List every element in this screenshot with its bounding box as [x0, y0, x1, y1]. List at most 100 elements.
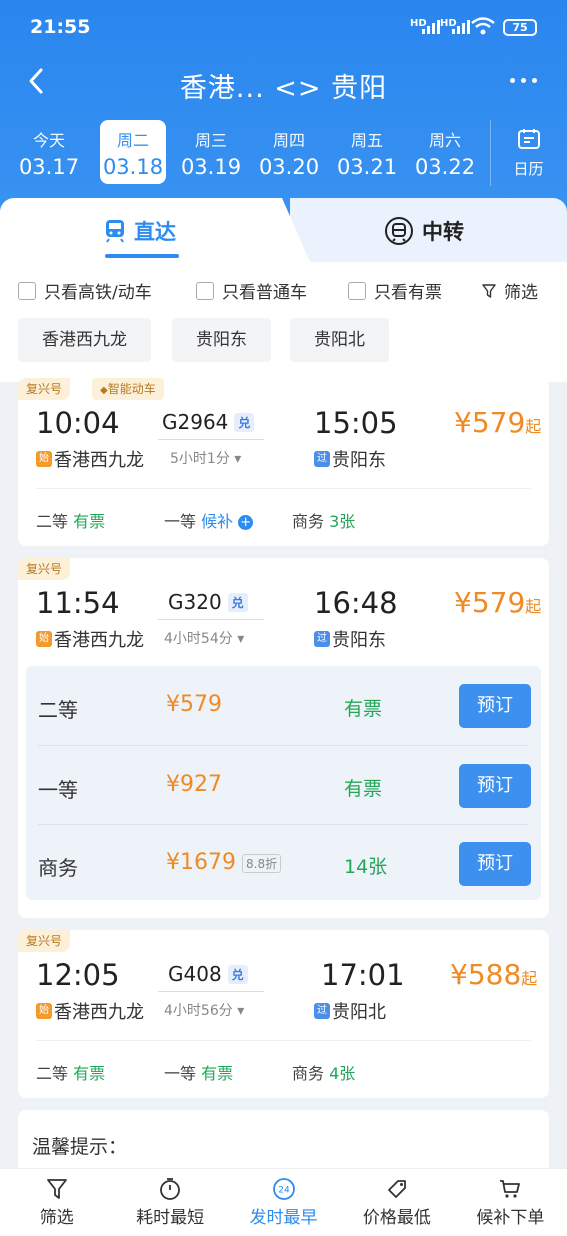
arrival-time: 17:01 [321, 958, 405, 992]
date-weekday: 周六 [428, 131, 461, 150]
train-number[interactable]: G408 兑 [168, 962, 248, 986]
book-button[interactable]: 预订 [459, 842, 531, 886]
available-only-checkbox[interactable]: 只看有票 [348, 278, 442, 303]
sort-earliest[interactable]: 24 发时最早 [227, 1169, 340, 1236]
train-card[interactable]: 复兴号 12:05 G408 兑 17:01 ¥588起 始香港西九龙 4小时56… [18, 930, 549, 1098]
date-value: 03.19 [180, 155, 242, 179]
normal-train-checkbox[interactable]: 只看普通车 [196, 278, 307, 303]
sort-cheapest[interactable]: 价格最低 [340, 1169, 453, 1236]
train-number[interactable]: G320 兑 [168, 590, 248, 614]
departure-time: 12:05 [36, 958, 120, 992]
train-card-expanded[interactable]: 复兴号 11:54 G320 兑 16:48 ¥579起 始香港西九龙 4小时54… [18, 558, 549, 918]
sort-label: 筛选 [39, 1208, 74, 1228]
date-option[interactable]: 周二 03.18 [100, 120, 166, 184]
seat-business: 商务 4张 [292, 1064, 356, 1083]
date-value: 03.17 [18, 155, 80, 179]
seat-price: ¥1679 8.8折 [166, 850, 282, 875]
chevron-down-icon: ▾ [237, 631, 245, 647]
train-card[interactable]: 复兴号 ◆智能动车 10:04 G2964 兑 15:05 ¥579起 始香港西九… [18, 378, 549, 546]
date-selector: 今天 03.17 周二 03.18 周三 03.19 周四 03.20 周五 03.21 周六 03.… [12, 120, 492, 186]
route-type-tabs: 中转 直达 [0, 198, 567, 262]
seat-availability: 有票 [344, 778, 383, 800]
date-option[interactable]: 周六 03.22 [412, 120, 478, 184]
station-chip[interactable]: 贵阳北 [290, 318, 389, 362]
date-value: 03.21 [336, 155, 398, 179]
sort-filter[interactable]: 筛选 [0, 1169, 113, 1236]
funnel-icon [46, 1179, 67, 1199]
tip-title: 温馨提示： [32, 1136, 128, 1158]
date-option[interactable]: 周三 03.19 [178, 120, 244, 184]
calendar-label: 日历 [513, 160, 544, 178]
date-weekday: 周三 [194, 131, 227, 150]
seat-second: 二等 有票 [36, 512, 106, 531]
origin-badge: 始 [36, 451, 52, 467]
date-weekday: 周二 [116, 131, 149, 150]
timer-icon [160, 1178, 181, 1200]
date-weekday: 周四 [272, 131, 305, 150]
seat-business: 商务 3张 [292, 512, 356, 531]
chevron-down-icon: ▾ [234, 451, 242, 467]
seat-first[interactable]: 一等 候补 + [164, 508, 254, 532]
seat-row-first: 一等 ¥927 有票 预订 [26, 746, 541, 824]
wifi-icon [471, 17, 495, 35]
date-option[interactable]: 周五 03.21 [334, 120, 400, 184]
tab-direct[interactable]: 直达 [0, 198, 310, 262]
seat-price: ¥579 [166, 692, 222, 717]
duration[interactable]: 4小时54分 ▾ [164, 628, 244, 648]
tab-underline [105, 254, 179, 258]
checkbox-icon [348, 281, 366, 300]
arrival-station: 过贵阳东 [314, 446, 386, 472]
clock-24-icon: 24 [272, 1178, 295, 1200]
waitlist-order[interactable]: 候补下单 [454, 1169, 567, 1236]
departure-time: 10:04 [36, 406, 120, 440]
sort-label: 耗时最短 [136, 1208, 205, 1228]
origin-badge: 始 [36, 1003, 52, 1019]
nav-bar: 香港... <> 贵阳 [0, 56, 567, 110]
pass-badge: 过 [314, 451, 330, 467]
arrival-station: 过贵阳北 [314, 998, 386, 1024]
signal-icon [452, 20, 470, 34]
train-number[interactable]: G2964 兑 [162, 410, 255, 434]
seat-availability: 14张 [344, 856, 388, 878]
divider [36, 1040, 531, 1041]
seat-row-business: 商务 ¥1679 8.8折 14张 预订 [26, 824, 541, 902]
date-weekday: 周五 [350, 131, 383, 150]
date-option[interactable]: 今天 03.17 [16, 120, 82, 184]
date-option[interactable]: 周四 03.20 [256, 120, 322, 184]
arrival-station: 过贵阳东 [314, 626, 386, 652]
seat-name: 商务 [38, 856, 78, 880]
price: ¥579起 [454, 586, 542, 619]
signal-icon [422, 20, 440, 34]
departure-station: 始香港西九龙 [36, 998, 144, 1024]
chevron-down-icon: ▾ [237, 1003, 245, 1019]
price-tag-icon [388, 1180, 406, 1198]
filter-bar: 只看高铁/动车 只看普通车 只看有票 筛选 香港西九龙 贵阳东 贵阳北 [0, 262, 567, 382]
book-button[interactable]: 预订 [459, 684, 531, 728]
duration[interactable]: 5小时1分 ▾ [170, 448, 241, 468]
checkbox-icon [196, 281, 214, 300]
more-icon[interactable] [510, 78, 537, 83]
sort-label: 价格最低 [362, 1208, 431, 1228]
exchange-badge: 兑 [234, 412, 255, 432]
origin-badge: 始 [36, 631, 52, 647]
filter-button[interactable]: 筛选 [482, 278, 538, 303]
book-button[interactable]: 预订 [459, 764, 531, 808]
train-icon [106, 220, 124, 243]
station-chip[interactable]: 香港西九龙 [18, 318, 151, 362]
route-title[interactable]: 香港... <> 贵阳 [0, 66, 567, 105]
fuxing-tag: 复兴号 [18, 558, 71, 580]
exchange-badge: 兑 [227, 592, 248, 612]
price: ¥579起 [454, 406, 542, 439]
divider [36, 488, 531, 489]
duration[interactable]: 4小时56分 ▾ [164, 1000, 244, 1020]
calendar-button[interactable]: 日历 [490, 120, 566, 186]
departure-time: 11:54 [36, 586, 120, 620]
seat-panel: 二等 ¥579 有票 预订 一等 ¥927 有票 预订 商务 ¥1679 8.8折… [26, 666, 541, 900]
seat-name: 一等 [38, 778, 78, 802]
high-speed-checkbox[interactable]: 只看高铁/动车 [18, 278, 152, 303]
filter-label: 筛选 [504, 283, 538, 303]
sort-shortest[interactable]: 耗时最短 [113, 1169, 226, 1236]
station-chip[interactable]: 贵阳东 [172, 318, 271, 362]
date-weekday: 今天 [32, 131, 65, 150]
tab-transfer[interactable]: 中转 [290, 198, 567, 262]
